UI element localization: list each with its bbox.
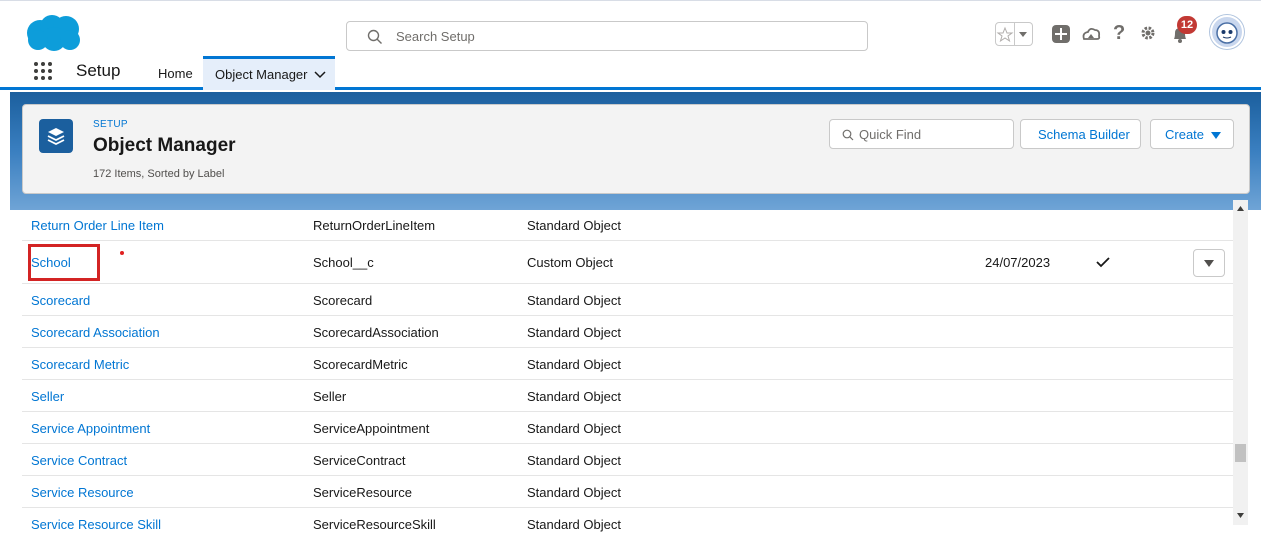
object-label-link[interactable]: Scorecard bbox=[31, 293, 90, 308]
global-header: Search Setup ? 12 bbox=[0, 0, 1261, 56]
gear-icon[interactable] bbox=[1139, 24, 1157, 42]
scroll-down-icon[interactable] bbox=[1237, 513, 1244, 518]
scrollbar-thumb[interactable] bbox=[1235, 444, 1246, 462]
object-type: Standard Object bbox=[527, 325, 621, 340]
page-header: SETUP Object Manager 172 Items, Sorted b… bbox=[22, 104, 1250, 194]
chevron-down-icon[interactable] bbox=[314, 71, 326, 79]
object-type: Standard Object bbox=[527, 421, 621, 436]
page-title: Object Manager bbox=[93, 135, 236, 156]
search-icon bbox=[842, 129, 854, 141]
tab-home[interactable]: Home bbox=[158, 66, 193, 81]
trailhead-guidance-icon[interactable] bbox=[1080, 25, 1102, 43]
object-label-link[interactable]: Scorecard Metric bbox=[31, 357, 129, 372]
object-api-name: ServiceResourceSkill bbox=[313, 517, 436, 532]
object-api-name: Scorecard bbox=[313, 293, 373, 308]
object-label-link[interactable]: Service Resource bbox=[31, 485, 134, 500]
object-label-link[interactable]: Service Contract bbox=[31, 453, 127, 468]
chevron-down-icon bbox=[1204, 260, 1214, 267]
table-row: Seller Seller Standard Object bbox=[22, 380, 1240, 412]
favorites-star-icon[interactable] bbox=[995, 22, 1015, 46]
object-label-link[interactable]: Return Order Line Item bbox=[31, 218, 164, 233]
help-icon[interactable]: ? bbox=[1113, 22, 1127, 44]
notification-count-badge: 12 bbox=[1177, 16, 1197, 34]
search-icon bbox=[367, 29, 382, 44]
global-actions-add-icon[interactable] bbox=[1052, 25, 1070, 43]
table-row: Service Appointment ServiceAppointment Sta… bbox=[22, 412, 1240, 444]
search-setup-input[interactable]: Search Setup bbox=[346, 21, 868, 51]
schema-builder-label: Schema Builder bbox=[1038, 127, 1130, 142]
annotation-dot bbox=[120, 251, 124, 255]
last-modified-date: 24/07/2023 bbox=[985, 255, 1051, 270]
object-list-table: Return Order Line Item ReturnOrderLineIte… bbox=[22, 210, 1240, 533]
schema-builder-button[interactable]: Schema Builder bbox=[1020, 119, 1141, 149]
object-label-link[interactable]: Scorecard Association bbox=[31, 325, 160, 340]
object-label-link[interactable]: Service Appointment bbox=[31, 421, 150, 436]
salesforce-logo-icon[interactable] bbox=[24, 13, 84, 53]
object-api-name: ServiceContract bbox=[313, 453, 406, 468]
object-type: Standard Object bbox=[527, 357, 621, 372]
object-label-link[interactable]: Seller bbox=[31, 389, 64, 404]
object-api-name: ScorecardMetric bbox=[313, 357, 408, 372]
user-avatar[interactable] bbox=[1210, 15, 1244, 49]
quick-find-input[interactable]: Quick Find bbox=[829, 119, 1014, 149]
object-type: Standard Object bbox=[527, 485, 621, 500]
object-type: Standard Object bbox=[527, 389, 621, 404]
object-type: Standard Object bbox=[527, 517, 621, 532]
object-type: Custom Object bbox=[527, 255, 613, 270]
object-type: Standard Object bbox=[527, 218, 621, 233]
object-api-name: ScorecardAssociation bbox=[313, 325, 439, 340]
table-row: School School__c Custom Object 24/07/2023 bbox=[22, 241, 1240, 284]
create-button[interactable]: Create bbox=[1150, 119, 1234, 149]
object-type: Standard Object bbox=[527, 453, 621, 468]
object-api-name: ServiceResource bbox=[313, 485, 412, 500]
scroll-up-icon[interactable] bbox=[1237, 206, 1244, 211]
item-count-summary: 172 Items, Sorted by Label bbox=[93, 168, 225, 180]
table-row: Service Contract ServiceContract Standard … bbox=[22, 444, 1240, 476]
deployed-check-icon bbox=[1096, 257, 1110, 268]
object-api-name: Seller bbox=[313, 389, 347, 404]
quick-find-placeholder: Quick Find bbox=[859, 127, 922, 142]
app-launcher-icon[interactable] bbox=[34, 62, 54, 82]
app-name: Setup bbox=[76, 61, 121, 80]
object-api-name: School__c bbox=[313, 255, 374, 270]
table-row: Scorecard Metric ScorecardMetric Standard … bbox=[22, 348, 1240, 380]
object-api-name: ServiceAppointment bbox=[313, 421, 430, 436]
table-row: Service Resource Skill ServiceResourceSki… bbox=[22, 508, 1240, 533]
table-row: Scorecard Scorecard Standard Object bbox=[22, 284, 1240, 316]
table-row: Return Order Line Item ReturnOrderLineIte… bbox=[22, 210, 1240, 241]
create-label: Create bbox=[1165, 127, 1205, 142]
row-actions-menu-button[interactable] bbox=[1193, 249, 1225, 277]
table-row: Scorecard Association ScorecardAssociatio… bbox=[22, 316, 1240, 348]
tab-object-manager[interactable]: Object Manager bbox=[203, 56, 335, 90]
favorites-dropdown-icon[interactable] bbox=[1015, 22, 1033, 46]
tab-object-manager-label: Object Manager bbox=[215, 67, 308, 82]
object-type: Standard Object bbox=[527, 293, 621, 308]
table-scrollbar[interactable] bbox=[1233, 200, 1248, 525]
highlight-box bbox=[28, 244, 100, 281]
caret-down-icon bbox=[1211, 132, 1221, 139]
table-row: Service Resource ServiceResource Standard … bbox=[22, 476, 1240, 508]
app-nav-bar: Setup Home Object Manager bbox=[0, 56, 1261, 90]
page-eyebrow[interactable]: SETUP bbox=[93, 119, 128, 130]
object-manager-icon bbox=[39, 119, 73, 153]
object-label-link[interactable]: Service Resource Skill bbox=[31, 517, 161, 532]
search-placeholder: Search Setup bbox=[396, 29, 475, 44]
object-api-name: ReturnOrderLineItem bbox=[313, 218, 436, 233]
